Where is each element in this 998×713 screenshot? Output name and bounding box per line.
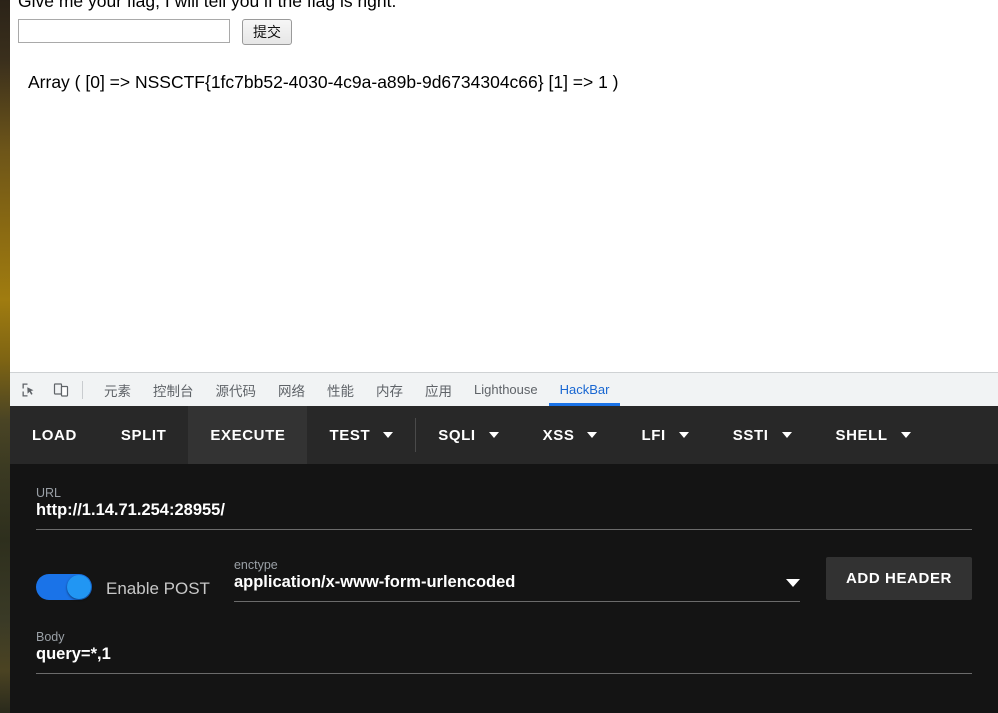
tab-label: 网络 [278,383,305,399]
chevron-down-icon [587,432,598,438]
inspect-element-icon[interactable] [16,377,42,403]
enable-post-label: Enable POST [106,579,210,598]
enable-post-toggle[interactable] [36,574,92,600]
body-input[interactable]: query=*,1 [36,645,972,664]
screen: Give me your flag, I will tell you if th… [0,0,998,713]
submit-button[interactable]: 提交 [242,19,292,45]
test-menu-button[interactable]: TEST [307,406,415,464]
page-heading: Give me your flag, I will tell you if th… [18,0,397,11]
enctype-value: application/x-www-form-urlencoded [233,573,516,591]
tab-label: 应用 [425,383,452,399]
hackbar-toolbar: LOAD SPLIT EXECUTE TEST SQLI XSS LFI SST… [10,406,998,464]
php-array-output: Array ( [0] => NSSCTF{1fc7bb52-4030-4c9a… [28,72,619,92]
button-label: LFI [641,426,666,444]
tab-sources[interactable]: 源代码 [205,373,268,406]
load-button[interactable]: LOAD [10,406,99,464]
enctype-select[interactable]: application/x-www-form-urlencoded [234,573,800,592]
tab-elements[interactable]: 元素 [93,373,142,406]
chevron-down-icon [785,578,800,587]
page-viewport: Give me your flag, I will tell you if th… [10,0,998,372]
field-underline [36,673,972,674]
toolbar-divider [82,380,83,399]
url-label: URL [36,486,62,500]
tab-performance[interactable]: 性能 [316,373,365,406]
tab-label: 性能 [327,383,354,399]
tab-memory[interactable]: 内存 [365,373,414,406]
ssti-menu-button[interactable]: SSTI [711,406,814,464]
tab-hackbar[interactable]: HackBar [548,373,621,406]
body-field-group: Body query=*,1 [10,630,998,674]
toggle-knob [67,575,91,599]
button-label: XSS [542,426,575,444]
chevron-down-icon [488,432,499,438]
url-field-group: URL http://1.14.71.254:28955/ [10,464,998,530]
lfi-menu-button[interactable]: LFI [619,406,710,464]
tab-label: Lighthouse [474,382,538,397]
tab-lighthouse[interactable]: Lighthouse [463,373,549,406]
button-label: LOAD [32,426,77,444]
add-header-button[interactable]: ADD HEADER [825,557,972,600]
button-label: SSTI [732,426,769,444]
field-underline [233,601,800,602]
tab-label: 控制台 [153,383,194,399]
enctype-label: enctype [233,558,278,572]
hackbar-panel: LOAD SPLIT EXECUTE TEST SQLI XSS LFI SST… [10,406,998,713]
tab-label: HackBar [559,382,610,397]
flag-input[interactable] [18,19,230,43]
post-row: Enable POST enctype application/x-www-fo… [10,557,998,602]
tab-application[interactable]: 应用 [414,373,463,406]
url-input[interactable]: http://1.14.71.254:28955/ [36,501,972,520]
tab-label: 源代码 [215,383,257,399]
devtools-tabbar: 元素 控制台 源代码 网络 性能 内存 应用 Lighthouse HackBa… [10,372,998,406]
tab-console[interactable]: 控制台 [142,373,205,406]
tab-label: 元素 [104,383,131,399]
shell-menu-button[interactable]: SHELL [814,406,933,464]
body-label: Body [36,630,65,644]
field-underline [36,529,972,530]
enctype-field-group: enctype application/x-www-form-urlencode… [233,558,800,602]
execute-button[interactable]: EXECUTE [188,406,308,464]
button-label: SPLIT [120,426,167,444]
split-button[interactable]: SPLIT [99,406,189,464]
desktop-wallpaper-strip [0,0,10,713]
button-label: TEST [329,426,371,444]
chevron-down-icon [383,432,394,438]
xss-menu-button[interactable]: XSS [521,406,620,464]
sqli-menu-button[interactable]: SQLI [416,406,520,464]
chevron-down-icon [900,432,911,438]
button-label: EXECUTE [210,426,286,444]
tab-network[interactable]: 网络 [267,373,316,406]
chevron-down-icon [781,432,792,438]
chevron-down-icon [678,432,689,438]
flag-form: 提交 [18,19,292,45]
tab-label: 内存 [376,383,403,399]
device-toolbar-icon[interactable] [48,377,74,403]
button-label: SHELL [835,426,888,444]
button-label: SQLI [438,426,476,444]
